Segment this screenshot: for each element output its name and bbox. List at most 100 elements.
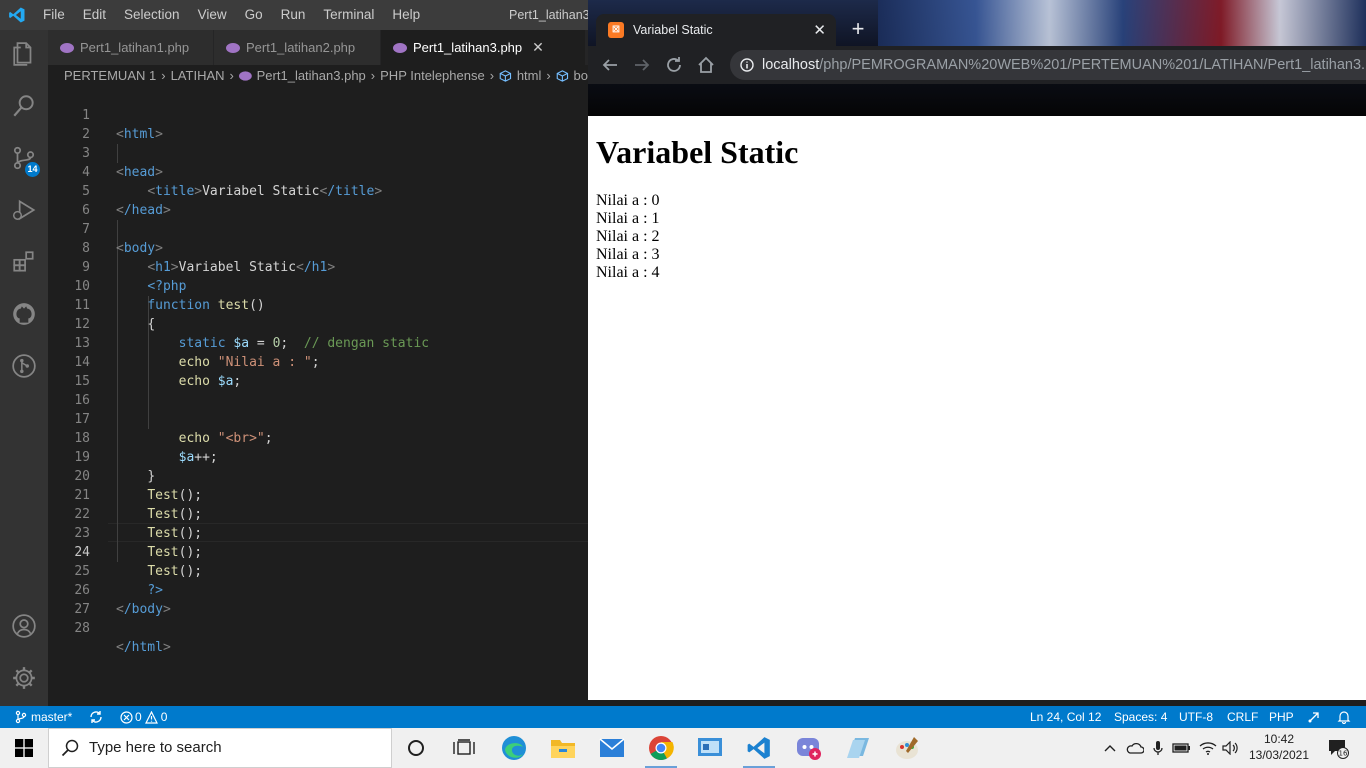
address-bar[interactable]: localhost/php/PEMROGRAMAN%20WEB%201/PERT…: [730, 50, 1366, 80]
code-line: 23 Test();: [48, 505, 588, 560]
menu-view[interactable]: View: [189, 0, 236, 30]
new-tab-button[interactable]: +: [846, 18, 870, 42]
search-icon: [61, 739, 79, 757]
onedrive-cloud-icon[interactable]: [1124, 728, 1146, 768]
encoding[interactable]: UTF-8: [1179, 706, 1213, 728]
code-line: 5 </head>: [48, 163, 588, 218]
code-line: 1 <html>: [48, 87, 588, 142]
task-view-icon[interactable]: [440, 728, 488, 768]
account-icon[interactable]: [0, 602, 48, 650]
cortana-icon[interactable]: [392, 728, 440, 768]
run-debug-icon[interactable]: [0, 186, 48, 234]
menu-edit[interactable]: Edit: [74, 0, 115, 30]
browser-tab[interactable]: ⊠ Variabel Static ✕: [596, 14, 836, 46]
breadcrumb-folder[interactable]: PERTEMUAN 1: [64, 65, 156, 87]
microphone-icon[interactable]: [1148, 728, 1168, 768]
extensions-icon[interactable]: [0, 238, 48, 286]
chevron-right-icon: ›: [229, 68, 234, 83]
git-graph-icon[interactable]: [0, 342, 48, 390]
edge-browser-icon[interactable]: [490, 728, 538, 768]
vscode-taskbar-icon[interactable]: [735, 728, 783, 768]
output-line: Nilai a : 3: [596, 246, 660, 263]
tab-pert1-latihan1[interactable]: Pert1_latihan1.php: [48, 30, 214, 65]
code-line: 6: [48, 182, 588, 218]
home-icon[interactable]: [694, 53, 718, 77]
volume-icon[interactable]: [1220, 728, 1242, 768]
code-line: 16: [48, 372, 588, 408]
tab-close-icon[interactable]: ✕: [532, 39, 544, 56]
cursor-position[interactable]: Ln 24, Col 12: [1030, 706, 1101, 728]
reload-icon[interactable]: [662, 53, 686, 77]
breadcrumb-symbol[interactable]: bo: [574, 65, 588, 87]
browser-theme-image: [878, 0, 1366, 50]
menu-selection[interactable]: Selection: [115, 0, 189, 30]
explorer-icon[interactable]: [0, 30, 48, 78]
browser-tab-title: Variabel Static: [633, 23, 713, 37]
browser-toolbar: localhost/php/PEMROGRAMAN%20WEB%201/PERT…: [588, 46, 1366, 84]
breadcrumb-file[interactable]: Pert1_latihan3.php: [257, 65, 366, 87]
close-tab-icon[interactable]: ✕: [813, 21, 826, 39]
show-hidden-icons-chevron-icon[interactable]: [1100, 728, 1120, 768]
back-arrow-icon[interactable]: [598, 53, 622, 77]
paint-icon[interactable]: [883, 728, 931, 768]
mail-icon[interactable]: [588, 728, 636, 768]
notes-app-icon[interactable]: [834, 728, 882, 768]
tab-pert1-latihan3[interactable]: Pert1_latihan3.php ✕: [381, 30, 586, 65]
system-clock[interactable]: 10:42 13/03/2021: [1244, 731, 1314, 763]
code-editor[interactable]: 1 <html> 2 3 <head> 4 <title>Variabel St…: [48, 87, 588, 706]
sync-icon[interactable]: [89, 706, 103, 728]
notifications-bell-icon[interactable]: [1337, 706, 1351, 728]
chrome-icon[interactable]: [637, 728, 685, 768]
git-branch-icon: [15, 710, 27, 724]
control-panel-icon[interactable]: [686, 728, 734, 768]
github-icon[interactable]: [0, 290, 48, 338]
git-branch[interactable]: master*: [14, 706, 72, 728]
code-line: 25 ?>: [48, 543, 588, 598]
menu-run[interactable]: Run: [272, 0, 315, 30]
file-explorer-icon[interactable]: [539, 728, 587, 768]
search-icon[interactable]: [0, 82, 48, 130]
clock-time: 10:42: [1263, 732, 1295, 746]
source-control-icon[interactable]: 14: [0, 134, 48, 182]
problems-indicator[interactable]: 0 0: [120, 706, 167, 728]
code-line: 7 <body>: [48, 201, 588, 256]
code-line: 17 echo "<br>";: [48, 391, 588, 446]
tab-label: Pert1_latihan2.php: [246, 40, 356, 55]
code-line: 9 <?php: [48, 239, 588, 294]
php-file-icon: [393, 42, 407, 53]
chevron-right-icon: ›: [370, 68, 376, 83]
breadcrumb-symbol[interactable]: html: [517, 65, 542, 87]
status-bar: master* 0 0 Ln 24, Col 12 Spaces: 4 UTF-…: [0, 706, 1366, 728]
menu-terminal[interactable]: Terminal: [314, 0, 383, 30]
xampp-favicon-icon: ⊠: [608, 22, 624, 38]
code-line: 10 function test(): [48, 258, 588, 313]
error-icon: [120, 710, 133, 724]
forward-arrow-icon[interactable]: [630, 53, 654, 77]
tab-label: Pert1_latihan3.php: [413, 40, 523, 55]
menu-help[interactable]: Help: [383, 0, 429, 30]
breadcrumb-language-server[interactable]: PHP Intelephense: [380, 65, 485, 87]
window-title: Pert1_latihan3.: [509, 8, 594, 22]
menu-file[interactable]: File: [34, 0, 74, 30]
url-host: localhost: [762, 57, 820, 73]
tab-pert1-latihan2[interactable]: Pert1_latihan2.php: [214, 30, 381, 65]
tab-label: Pert1_latihan1.php: [80, 40, 190, 55]
wifi-icon[interactable]: [1196, 728, 1220, 768]
language-mode[interactable]: PHP: [1269, 706, 1294, 728]
breadcrumb-folder[interactable]: LATIHAN: [171, 65, 225, 87]
chevron-right-icon: ›: [489, 68, 495, 83]
indentation[interactable]: Spaces: 4: [1114, 706, 1167, 728]
error-count: 0: [135, 710, 142, 724]
menu-go[interactable]: Go: [236, 0, 272, 30]
end-of-line[interactable]: CRLF: [1227, 706, 1258, 728]
discord-icon[interactable]: [785, 728, 833, 768]
feedback-icon[interactable]: [1307, 706, 1321, 728]
vscode-logo-icon: [9, 7, 25, 23]
action-center-icon[interactable]: 16: [1318, 728, 1358, 768]
info-icon[interactable]: [740, 58, 754, 72]
windows-start-icon[interactable]: [0, 728, 48, 768]
taskbar-search-input[interactable]: Type here to search: [48, 728, 392, 768]
code-line: 19 }: [48, 429, 588, 484]
settings-gear-icon[interactable]: [0, 654, 48, 702]
battery-icon[interactable]: [1170, 728, 1194, 768]
